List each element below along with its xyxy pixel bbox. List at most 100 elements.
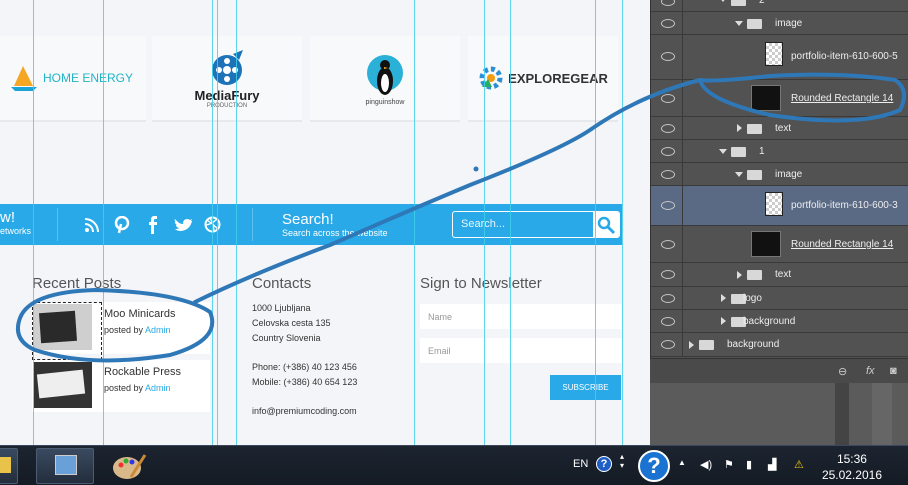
expand-arrow-icon[interactable] [737,124,742,132]
clock-time: 15:36 [836,452,867,466]
facebook-icon[interactable] [148,216,158,234]
twitter-icon[interactable] [174,217,192,232]
eye-icon[interactable] [661,147,675,156]
updown-icon[interactable]: ▴ ▾ [620,452,624,470]
layer-row[interactable]: logo [651,287,908,310]
pinterest-icon[interactable] [114,216,130,234]
warning-icon[interactable]: ⚠ [794,458,804,471]
bar-divider [252,208,253,241]
search-button[interactable] [593,212,619,237]
expand-arrow-icon[interactable] [719,0,727,2]
network-icon[interactable]: ▟ [768,458,776,471]
search-subtitle: Search across the website [282,228,388,238]
subscribe-button[interactable]: SUBSCRIBE [550,375,621,400]
logo-text: MediaFury [194,87,260,103]
layer-name: background [743,316,796,327]
volume-icon[interactable]: ◀) [700,458,712,471]
guide-line [510,0,511,445]
contact-email[interactable]: info@premiumcoding.com [252,406,357,416]
windows-explorer-icon[interactable] [0,448,18,484]
layer-row[interactable]: 2 [651,0,908,12]
expand-arrow-icon[interactable] [689,341,694,349]
show-hidden-icon[interactable]: ▲ [678,458,686,467]
flag-icon[interactable]: ⚑ [724,458,734,471]
layer-thumbnail [765,42,783,66]
eye-icon[interactable] [661,294,675,303]
eye-icon[interactable] [661,94,675,103]
eye-icon[interactable] [661,0,675,6]
follow-heading: w! etworks [0,209,31,236]
help-icon[interactable]: ? [596,456,612,472]
folder-icon [747,270,762,280]
guide-line [595,0,596,445]
layers-panel: 2 image portfolio-item-610-600-5 Rounded… [650,0,908,383]
eye-icon[interactable] [661,240,675,249]
post-item[interactable]: Moo Minicards posted by Admin [32,302,210,360]
expand-arrow-icon[interactable] [735,21,743,26]
logo-pinguinshow: pinguinshow [310,36,460,122]
newsletter-email-input[interactable] [420,338,622,363]
layer-thumbnail [765,192,783,216]
post-title[interactable]: Rockable Press [104,366,181,378]
language-indicator[interactable]: EN [573,458,588,470]
layer-row[interactable]: image [651,163,908,186]
power-icon[interactable]: ▮ [746,458,752,471]
expand-arrow-icon[interactable] [721,317,726,325]
eye-icon[interactable] [661,270,675,279]
eye-icon[interactable] [661,340,675,349]
guide-line [236,0,237,445]
layer-name: Rounded Rectangle 14 [791,239,894,250]
layer-row[interactable]: text [651,117,908,140]
post-thumbnail [34,362,92,408]
taskbar: EN ? ▴ ▾ ? ▲ ◀) ⚑ ▮ ▟ ⚠ 15:36 25.02.2016 [0,445,908,485]
guide-line [33,0,34,445]
search-input[interactable] [453,212,593,236]
fx-icon[interactable]: fx [866,365,875,377]
layer-name: logo [743,293,762,304]
post-item[interactable]: Rockable Press posted by Admin [32,360,210,412]
folder-icon [747,124,762,134]
expand-arrow-icon[interactable] [735,172,743,177]
layer-row[interactable]: Rounded Rectangle 14 [651,80,908,117]
layer-row[interactable]: background [651,310,908,333]
layer-name: image [775,18,803,29]
newsletter-name-input[interactable] [420,304,622,329]
post-author-link[interactable]: Admin [145,383,171,393]
guide-line [622,0,623,445]
mask-icon[interactable]: ◙ [890,365,897,377]
expand-arrow-icon[interactable] [721,294,726,302]
layer-row[interactable]: text [651,263,908,287]
logo-home-energy: HOME ENERGY [0,36,146,122]
eye-icon[interactable] [661,317,675,326]
post-meta: posted by Admin [104,383,171,393]
layer-row[interactable]: background [651,333,908,357]
expand-arrow-icon[interactable] [737,271,742,279]
layer-row-selected[interactable]: portfolio-item-610-600-3 [651,186,908,226]
guide-line [103,0,104,445]
post-title[interactable]: Moo Minicards [104,308,176,320]
follow-title: w! [0,209,15,226]
eye-icon[interactable] [661,124,675,133]
paint-icon[interactable] [100,448,158,484]
network-monitor-icon[interactable] [36,448,94,484]
contact-address-line: Country Slovenia [252,333,321,343]
layer-row[interactable]: Rounded Rectangle 14 [651,226,908,263]
layer-name: portfolio-item-610-600-3 [791,200,898,211]
layer-name: portfolio-item-610-600-5 [791,51,898,62]
search-title: Search! [282,211,334,228]
design-canvas[interactable]: HOME ENERGY MediaFury PRODUCTION pinguin… [0,0,650,445]
eye-icon[interactable] [661,52,675,61]
eye-icon[interactable] [661,201,675,210]
rss-icon[interactable] [84,217,100,233]
link-icon[interactable]: ⊖ [838,365,847,378]
layer-row[interactable]: 1 [651,140,908,163]
layer-name: 1 [759,146,765,157]
expand-arrow-icon[interactable] [719,149,727,154]
eye-icon[interactable] [661,19,675,28]
help-big-icon[interactable]: ? [638,450,670,482]
layer-row[interactable]: portfolio-item-610-600-5 [651,35,908,80]
layer-row[interactable]: image [651,12,908,35]
eye-icon[interactable] [661,170,675,179]
post-author-link[interactable]: Admin [145,325,171,335]
clock[interactable]: 15:36 25.02.2016 [822,451,882,483]
